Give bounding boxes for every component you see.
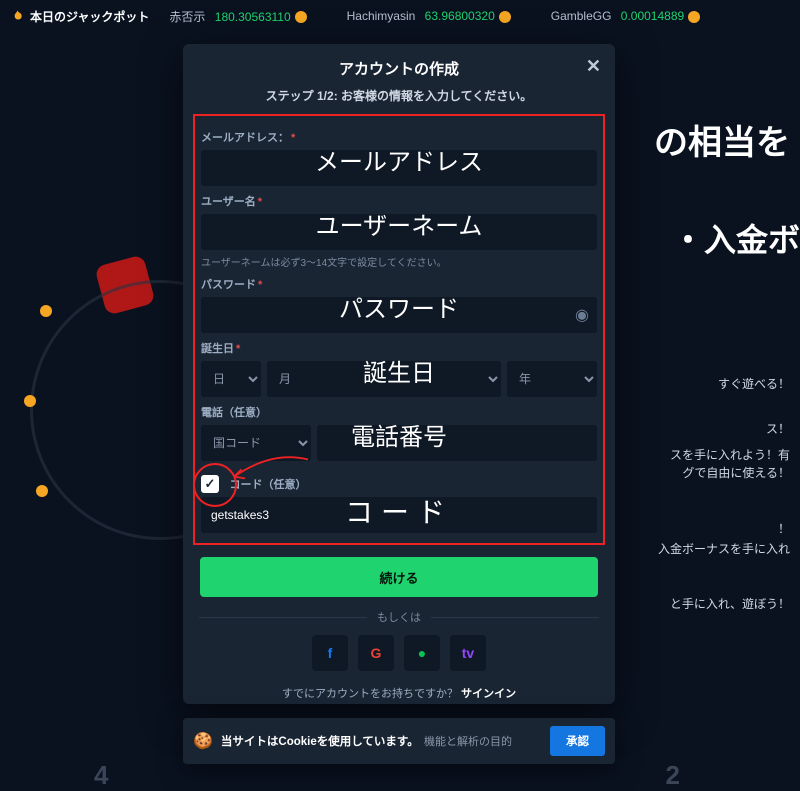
modal-title: アカウントの作成 [339,61,459,78]
coin-icon [295,11,307,23]
ticker-item: Hachimyasin 63.96800320 [347,9,511,23]
username-field[interactable] [201,214,597,250]
signup-modal: アカウントの作成 ✕ ステップ 1/2: お客様の情報を入力してください。 メー… [183,44,615,704]
hero-title-2: ・入金ボ [672,215,800,261]
cookie-banner: 🍪 当サイトはCookieを使用しています。 機能と解析の目的 承認 [183,718,615,764]
username-label: ユーザー名* [201,196,262,208]
step-subtitle: ステップ 1/2: お客様の情報を入力してください。 [183,87,615,104]
bg-decor-number: 2 [666,760,680,791]
email-field[interactable] [201,150,597,186]
checkmark-icon: ✓ [205,476,216,492]
close-icon[interactable]: ✕ [586,56,601,77]
password-field[interactable] [201,297,597,333]
facebook-button[interactable]: f [312,635,348,671]
cookie-accept-button[interactable]: 承認 [550,726,605,756]
line-button[interactable]: ● [404,635,440,671]
hero-title-1: の相当を [654,115,790,164]
coin-icon [499,11,511,23]
bg-decor-number: 4 [94,760,108,791]
dob-day-select[interactable]: 日 [201,361,261,397]
continue-button[interactable]: 続ける [200,557,597,597]
eye-icon[interactable]: ◉ [575,305,589,325]
cookie-icon: 🍪 [193,731,213,751]
username-hint: ユーザーネームは必ず3～14文字で設定してください。 [201,254,597,269]
flame-icon [10,8,24,24]
password-label: パスワード* [201,279,262,291]
code-checkbox[interactable]: ✓ [201,475,219,493]
top-jackpot-bar: 本日のジャックポット 赤否示 180.30563110 Hachimyasin … [0,0,800,32]
ticker-item: 赤否示 180.30563110 [169,8,306,25]
dob-year-select[interactable]: 年 [507,361,597,397]
phone-field[interactable] [317,425,597,461]
cookie-text: 当サイトはCookieを使用しています。 機能と解析の目的 [221,733,512,749]
email-label: メールアドレス：* [201,132,295,144]
jackpot-label: 本日のジャックポット [30,8,149,25]
dob-label: 誕生日* [201,343,240,355]
code-field[interactable] [201,497,597,533]
phone-label: 電話（任意） [201,407,267,419]
dob-month-select[interactable]: 月 [267,361,501,397]
code-label: コード（任意） [229,479,306,491]
twitch-button[interactable]: tv [450,635,486,671]
signin-link[interactable]: サインイン [461,688,516,700]
signin-prompt: すでにアカウントをお持ちですか？ サインイン [183,685,615,701]
or-divider: もしくは [183,609,615,625]
coin-icon [688,11,700,23]
country-code-select[interactable]: 国コード [201,425,311,461]
google-button[interactable]: G [358,635,394,671]
ticker-item: GambleGG 0.00014889 [551,9,700,23]
form-annotation-box: メールアドレス：* メールアドレス ユーザー名* ユーザーネームは必ず3～14文… [193,114,605,545]
